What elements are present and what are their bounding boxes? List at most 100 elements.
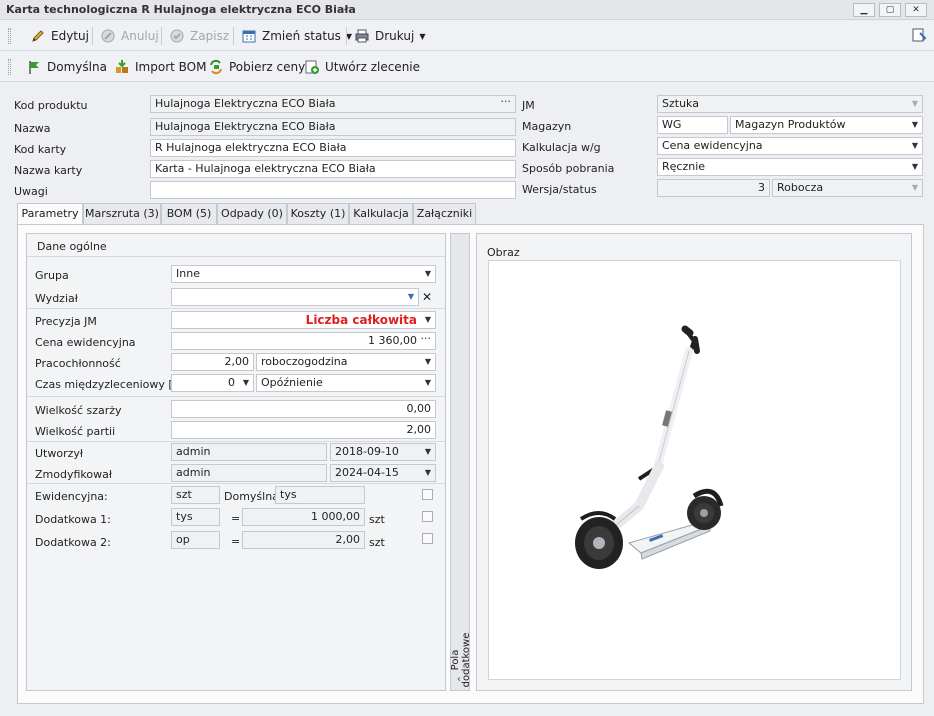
edit-label: Edytuj <box>51 29 89 43</box>
utworzyl-user-field[interactable]: admin <box>171 443 327 461</box>
szarza-field[interactable]: 0,00 <box>171 400 436 418</box>
default-button[interactable]: Domyślna <box>26 53 107 81</box>
chevron-down-icon: ▼ <box>419 31 426 41</box>
dodatkowa2-checkbox[interactable] <box>422 533 433 544</box>
dodatkowa1-checkbox[interactable] <box>422 511 433 522</box>
wersja-number-field[interactable]: 3 <box>657 179 770 197</box>
magazyn-label: Magazyn <box>522 120 572 133</box>
chevron-down-icon: ▼ <box>424 447 431 456</box>
save-button[interactable]: Zapisz <box>169 22 229 50</box>
minimize-button[interactable]: ▁ <box>853 3 875 17</box>
edit-button[interactable]: Edytuj <box>30 22 89 50</box>
divider <box>27 483 445 484</box>
partia-field[interactable]: 2,00 <box>171 421 436 439</box>
pracochlonnosc-field[interactable]: 2,00 <box>171 353 254 371</box>
dodatkowa1-base-label: szt <box>369 513 385 526</box>
ewidencyjna-checkbox[interactable] <box>422 489 433 500</box>
zmodyfikowal-date-field[interactable]: 2024-04-15 ▼ <box>330 464 436 482</box>
precyzja-value: Liczba całkowita <box>305 313 417 327</box>
chevron-down-icon: ▼ <box>911 99 918 108</box>
pencil-icon <box>30 28 46 44</box>
magazyn-value: Magazyn Produktów <box>735 118 846 131</box>
dodatkowa2-value-field[interactable]: 2,00 <box>242 531 365 549</box>
cena-field[interactable]: 1 360,00 ··· <box>171 332 436 350</box>
tab-koszty[interactable]: Koszty (1) <box>287 203 349 224</box>
print-button[interactable]: Drukuj ▼ <box>354 22 425 50</box>
tab-kalkulacja[interactable]: Kalkulacja <box>349 203 413 224</box>
dodatkowa1-unit-field[interactable]: tys <box>171 508 220 526</box>
import-bom-button[interactable]: Import BOM <box>114 53 206 81</box>
ewidencyjna-field[interactable]: szt <box>171 486 220 504</box>
pracochlonnosc-unit-select[interactable]: roboczogodzina ▼ <box>256 353 436 371</box>
dodatkowa2-unit-field[interactable]: op <box>171 531 220 549</box>
chevron-down-icon: ▼ <box>911 162 918 171</box>
flag-icon <box>26 59 42 75</box>
nazwa-karty-label: Nazwa karty <box>14 164 83 177</box>
close-icon[interactable]: ✕ <box>422 290 432 304</box>
close-window-button[interactable]: ✕ <box>905 3 927 17</box>
refresh-money-icon <box>208 59 224 75</box>
uwagi-field[interactable] <box>150 181 516 199</box>
tab-odpady[interactable]: Odpady (0) <box>217 203 287 224</box>
product-image <box>488 260 901 680</box>
kod-karty-field[interactable]: R Hulajnoga elektryczna ECO Biała <box>150 139 516 157</box>
dodatkowa2-label: Dodatkowa 2: <box>35 536 111 549</box>
magazyn-select[interactable]: Magazyn Produktów ▼ <box>730 116 923 134</box>
nazwa-karty-field[interactable]: Karta - Hulajnoga elektryczna ECO Biała <box>150 160 516 178</box>
jm-label: JM <box>522 99 535 112</box>
chevron-left-icon[interactable]: ‹ <box>457 674 461 685</box>
equals-sign: = <box>231 535 241 548</box>
domyslna-field[interactable]: tys <box>275 486 365 504</box>
precyzja-label: Precyzja JM <box>35 315 97 328</box>
kod-produktu-field[interactable]: Hulajnoga Elektryczna ECO Biała ··· <box>150 95 516 113</box>
precyzja-select[interactable]: Liczba całkowita ▼ <box>171 311 436 329</box>
tab-zalaczniki[interactable]: Załączniki <box>413 203 476 224</box>
czas-type-select[interactable]: Opóźnienie ▼ <box>256 374 436 392</box>
nazwa-label: Nazwa <box>14 122 51 135</box>
dodatkowa1-value-field[interactable]: 1 000,00 <box>242 508 365 526</box>
divider <box>27 441 445 442</box>
nazwa-field[interactable]: Hulajnoga Elektryczna ECO Biała <box>150 118 516 136</box>
czas-field[interactable]: 0 ▼ <box>171 374 254 392</box>
cena-value: 1 360,00 <box>368 334 417 347</box>
import-icon <box>114 59 130 75</box>
save-icon <box>169 28 185 44</box>
grupa-select[interactable]: Inne ▼ <box>171 265 436 283</box>
status-select[interactable]: Robocza ▼ <box>772 179 923 197</box>
uwagi-label: Uwagi <box>14 185 48 198</box>
chevron-down-icon: ▼ <box>424 357 431 366</box>
maximize-button[interactable]: ▢ <box>879 3 901 17</box>
ellipsis-icon[interactable]: ··· <box>421 333 432 347</box>
jm-select[interactable]: Sztuka ▼ <box>657 95 923 113</box>
jm-value: Sztuka <box>662 97 699 110</box>
utworzyl-date-field[interactable]: 2018-09-10 ▼ <box>330 443 436 461</box>
zmodyfikowal-label: Zmodyfikował <box>35 468 112 481</box>
tab-bom[interactable]: BOM (5) <box>161 203 217 224</box>
printer-icon <box>354 28 370 44</box>
create-order-button[interactable]: Utwórz zlecenie <box>304 53 420 81</box>
chevron-down-icon: ▼ <box>407 292 414 301</box>
dodatkowa2-base-label: szt <box>369 536 385 549</box>
kalkulacja-select[interactable]: Cena ewidencyjna ▼ <box>657 137 923 155</box>
pracochlonnosc-unit-value: roboczogodzina <box>261 355 348 368</box>
change-status-button[interactable]: Zmień status ▼ <box>241 22 352 50</box>
tab-marszruta[interactable]: Marszruta (3) <box>83 203 161 224</box>
fetch-prices-label: Pobierz ceny <box>229 60 306 74</box>
zmodyfikowal-user-field[interactable]: admin <box>171 464 327 482</box>
utworzyl-label: Utworzył <box>35 447 84 460</box>
wydzial-label: Wydział <box>35 292 78 305</box>
window-title: Karta technologiczna R Hulajnoga elektry… <box>6 3 356 16</box>
additional-fields-panel[interactable]: Pola dodatkowe ‹ <box>450 233 472 691</box>
fetch-prices-button[interactable]: Pobierz ceny <box>208 53 305 81</box>
pracochlonnosc-label: Pracochłonność <box>35 357 121 370</box>
side-toolbar-icon[interactable] <box>911 27 927 43</box>
cancel-button[interactable]: Anuluj <box>100 22 159 50</box>
czas-value: 0 <box>228 376 235 389</box>
wydzial-select[interactable]: ▼ <box>171 288 419 306</box>
ewidencyjna-label: Ewidencyjna: <box>35 490 108 503</box>
ellipsis-icon[interactable]: ··· <box>501 96 512 110</box>
magazyn-code-field[interactable]: WG <box>657 116 728 134</box>
tab-parametry[interactable]: Parametry <box>17 203 83 225</box>
scooter-image <box>575 325 724 569</box>
sposob-select[interactable]: Ręcznie ▼ <box>657 158 923 176</box>
